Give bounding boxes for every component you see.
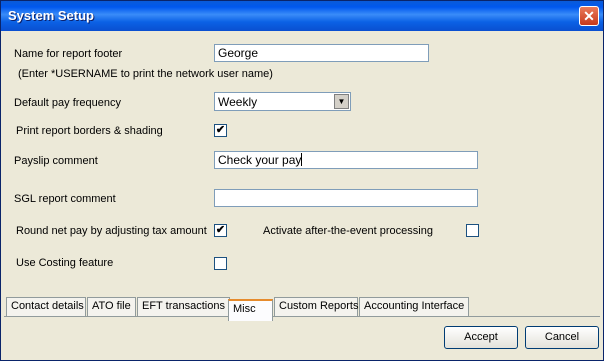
borders-checkbox[interactable]: ✔	[214, 124, 227, 137]
payslip-comment-label: Payslip comment	[14, 155, 98, 167]
footer-input[interactable]: George	[214, 44, 429, 62]
tab-strip-line	[4, 316, 600, 317]
tab-accounting-interface[interactable]: Accounting Interface	[359, 297, 469, 316]
pay-frequency-value: Weekly	[218, 95, 258, 109]
footer-label: Name for report footer	[14, 48, 123, 60]
accept-button[interactable]: Accept	[444, 326, 518, 349]
tab-custom-reports[interactable]: Custom Reports	[274, 297, 358, 316]
footer-hint: (Enter *USERNAME to print the network us…	[18, 68, 273, 80]
round-net-pay-checkbox[interactable]: ✔	[214, 224, 227, 237]
costing-checkbox[interactable]	[214, 257, 227, 270]
pay-frequency-label: Default pay frequency	[14, 97, 122, 109]
sgl-comment-label: SGL report comment	[14, 193, 116, 205]
sgl-comment-input[interactable]	[214, 189, 478, 207]
tab-eft-transactions[interactable]: EFT transactions	[137, 297, 230, 316]
cancel-button[interactable]: Cancel	[525, 326, 599, 349]
title-bar[interactable]: System Setup ✕	[1, 1, 603, 31]
borders-label: Print report borders & shading	[16, 125, 163, 137]
window-title: System Setup	[8, 8, 94, 23]
text-caret	[301, 153, 303, 166]
after-event-checkbox[interactable]	[466, 224, 479, 237]
payslip-comment-input[interactable]: Check your pay	[214, 151, 478, 169]
payslip-comment-value: Check your pay	[218, 153, 302, 167]
misc-panel: Name for report footer George (Enter *US…	[4, 31, 600, 297]
tab-misc[interactable]: Misc	[228, 299, 273, 321]
tab-ato-file[interactable]: ATO file	[87, 297, 136, 316]
after-event-label: Activate after-the-event processing	[263, 225, 433, 237]
round-net-pay-label: Round net pay by adjusting tax amount	[16, 225, 207, 237]
close-icon[interactable]: ✕	[579, 6, 599, 26]
system-setup-window: System Setup ✕ Name for report footer Ge…	[0, 0, 604, 361]
pay-frequency-select[interactable]: Weekly ▼	[214, 92, 351, 111]
chevron-down-icon[interactable]: ▼	[334, 94, 349, 109]
costing-label: Use Costing feature	[16, 257, 114, 269]
tab-contact-details[interactable]: Contact details	[6, 297, 86, 316]
